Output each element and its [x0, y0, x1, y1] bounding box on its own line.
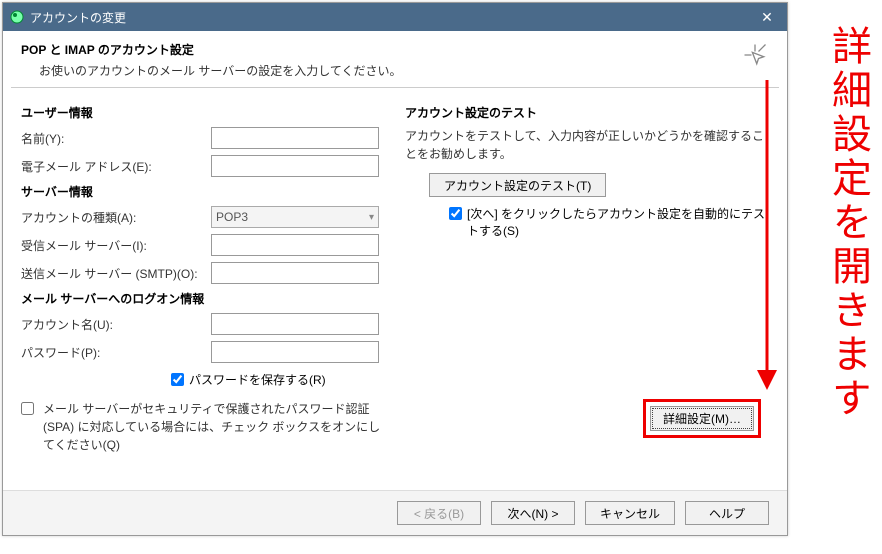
close-button[interactable]: ✕ [747, 3, 787, 31]
auto-test-checkbox[interactable] [449, 207, 462, 220]
test-heading: アカウント設定のテスト [405, 104, 769, 121]
auto-test-label: [次へ] をクリックしたらアカウント設定を自動的にテストする(S) [467, 205, 769, 239]
content-area: ユーザー情報 名前(Y): 電子メール アドレス(E): サーバー情報 アカウン… [3, 88, 787, 454]
email-input[interactable] [211, 155, 379, 177]
annotation-text: 詳細設定を開きます [826, 25, 870, 421]
header-subtitle: お使いのアカウントのメール サーバーの設定を入力してください。 [21, 58, 741, 79]
incoming-server-input[interactable] [211, 234, 379, 256]
footer-buttons: < 戻る(B) 次へ(N) > キャンセル ヘルプ [3, 490, 787, 535]
name-input[interactable] [211, 127, 379, 149]
auto-test-checkbox-row[interactable]: [次へ] をクリックしたらアカウント設定を自動的にテストする(S) [449, 205, 769, 239]
account-type-value: POP3 [216, 210, 248, 224]
outgoing-server-input[interactable] [211, 262, 379, 284]
header-title: POP と IMAP のアカウント設定 [21, 41, 741, 58]
spa-checkbox[interactable] [21, 402, 34, 415]
email-label: 電子メール アドレス(E): [21, 158, 211, 175]
save-password-label: パスワードを保存する(R) [189, 371, 326, 388]
account-type-label: アカウントの種類(A): [21, 209, 211, 226]
help-button[interactable]: ヘルプ [685, 501, 769, 525]
account-type-select[interactable]: POP3 ▾ [211, 206, 379, 228]
save-password-checkbox[interactable] [171, 373, 184, 386]
header-area: POP と IMAP のアカウント設定 お使いのアカウントのメール サーバーの設… [3, 31, 787, 87]
back-button[interactable]: < 戻る(B) [397, 501, 481, 525]
spa-label: メール サーバーがセキュリティで保護されたパスワード認証 (SPA) に対応して… [39, 400, 385, 454]
details-highlight-box: 詳細設定(M)… [643, 399, 761, 438]
titlebar: アカウントの変更 ✕ [3, 3, 787, 31]
window-title: アカウントの変更 [30, 9, 747, 26]
password-label: パスワード(P): [21, 344, 211, 361]
right-column: アカウント設定のテスト アカウントをテストして、入力内容が正しいかどうかを確認す… [399, 100, 775, 454]
name-label: 名前(Y): [21, 130, 211, 147]
app-icon [9, 9, 25, 25]
test-account-button[interactable]: アカウント設定のテスト(T) [429, 173, 606, 197]
details-settings-button[interactable]: 詳細設定(M)… [650, 406, 754, 431]
server-info-heading: サーバー情報 [21, 183, 385, 200]
outgoing-server-label: 送信メール サーバー (SMTP)(O): [21, 265, 211, 282]
incoming-server-label: 受信メール サーバー(I): [21, 237, 211, 254]
annotation-arrow [752, 80, 782, 390]
account-settings-window: アカウントの変更 ✕ POP と IMAP のアカウント設定 お使いのアカウント… [2, 2, 788, 536]
test-description: アカウントをテストして、入力内容が正しいかどうかを確認することをお勧めします。 [405, 127, 769, 163]
password-input[interactable] [211, 341, 379, 363]
cursor-icon [741, 41, 769, 72]
next-button[interactable]: 次へ(N) > [491, 501, 575, 525]
logon-info-heading: メール サーバーへのログオン情報 [21, 290, 385, 307]
user-info-heading: ユーザー情報 [21, 104, 385, 121]
account-name-label: アカウント名(U): [21, 316, 211, 333]
cancel-button[interactable]: キャンセル [585, 501, 675, 525]
save-password-checkbox-row[interactable]: パスワードを保存する(R) [171, 371, 326, 388]
chevron-down-icon: ▾ [369, 212, 374, 223]
left-column: ユーザー情報 名前(Y): 電子メール アドレス(E): サーバー情報 アカウン… [15, 100, 391, 454]
account-name-input[interactable] [211, 313, 379, 335]
